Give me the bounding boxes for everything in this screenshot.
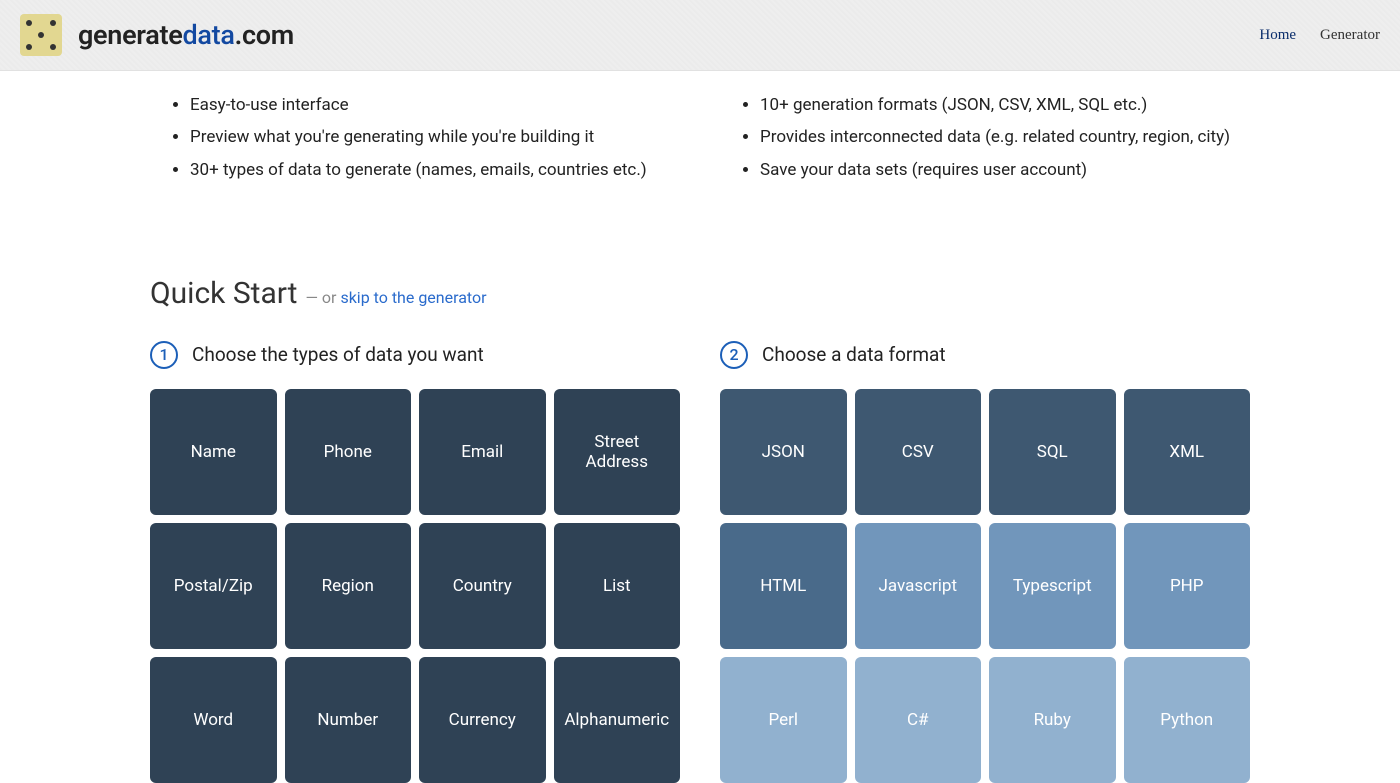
quick-start-subtitle: — or skip to the generator <box>305 288 486 307</box>
format-tile[interactable]: Typescript <box>989 523 1116 649</box>
format-tile[interactable]: JSON <box>720 389 847 515</box>
format-tile[interactable]: SQL <box>989 389 1116 515</box>
features-right: 10+ generation formats (JSON, CSV, XML, … <box>720 89 1250 186</box>
format-tile[interactable]: XML <box>1124 389 1251 515</box>
format-tile[interactable]: Javascript <box>855 523 982 649</box>
data-type-tile[interactable]: Postal/Zip <box>150 523 277 649</box>
quick-start-title: Quick Start <box>150 276 297 311</box>
data-type-tile[interactable]: Number <box>285 657 412 783</box>
format-tile[interactable]: HTML <box>720 523 847 649</box>
step-1-heading: 1 Choose the types of data you want <box>150 341 680 369</box>
step-number-badge: 1 <box>150 341 178 369</box>
skip-to-generator-link[interactable]: skip to the generator <box>340 288 486 307</box>
format-tile[interactable]: Python <box>1124 657 1251 783</box>
feature-item: Provides interconnected data (e.g. relat… <box>760 121 1250 153</box>
nav-generator[interactable]: Generator <box>1320 27 1380 44</box>
data-type-tile[interactable]: Word <box>150 657 277 783</box>
step-number-badge: 2 <box>720 341 748 369</box>
features-left: Easy-to-use interface Preview what you'r… <box>150 89 680 186</box>
data-type-tile[interactable]: Currency <box>419 657 546 783</box>
data-type-tile[interactable]: Country <box>419 523 546 649</box>
feature-item: 30+ types of data to generate (names, em… <box>190 154 680 186</box>
feature-item: Easy-to-use interface <box>190 89 680 121</box>
brand-title: generatedata.com <box>78 19 294 51</box>
top-header: generatedata.com Home Generator <box>0 0 1400 71</box>
format-tile[interactable]: PHP <box>1124 523 1251 649</box>
data-type-tile[interactable]: Phone <box>285 389 412 515</box>
step-2-heading: 2 Choose a data format <box>720 341 1250 369</box>
format-tile[interactable]: C# <box>855 657 982 783</box>
top-nav: Home Generator <box>1259 27 1380 44</box>
brand[interactable]: generatedata.com <box>20 14 294 56</box>
feature-item: Preview what you're generating while you… <box>190 121 680 153</box>
data-type-tile[interactable]: Region <box>285 523 412 649</box>
formats-grid: JSONCSVSQLXML HTMLJavascriptTypescriptPHP… <box>720 389 1250 783</box>
data-type-tile[interactable]: List <box>554 523 681 649</box>
step-label-text: Choose the types of data you want <box>192 343 484 366</box>
step-1-column: 1 Choose the types of data you want Name… <box>150 341 680 783</box>
step-label-text: Choose a data format <box>762 343 946 366</box>
feature-item: Save your data sets (requires user accou… <box>760 154 1250 186</box>
dice-logo-icon <box>20 14 62 56</box>
data-type-tile[interactable]: Street Address <box>554 389 681 515</box>
data-types-grid: NamePhoneEmailStreet Address Postal/ZipRe… <box>150 389 680 783</box>
data-type-tile[interactable]: Name <box>150 389 277 515</box>
feature-item: 10+ generation formats (JSON, CSV, XML, … <box>760 89 1250 121</box>
data-type-tile[interactable]: Alphanumeric <box>554 657 681 783</box>
format-tile[interactable]: Ruby <box>989 657 1116 783</box>
features-row: Easy-to-use interface Preview what you'r… <box>150 89 1250 186</box>
quick-start-section: Quick Start — or skip to the generator <box>150 276 1250 311</box>
step-2-column: 2 Choose a data format JSONCSVSQLXML HTML… <box>720 341 1250 783</box>
data-type-tile[interactable]: Email <box>419 389 546 515</box>
format-tile[interactable]: CSV <box>855 389 982 515</box>
format-tile[interactable]: Perl <box>720 657 847 783</box>
nav-home[interactable]: Home <box>1259 27 1296 44</box>
